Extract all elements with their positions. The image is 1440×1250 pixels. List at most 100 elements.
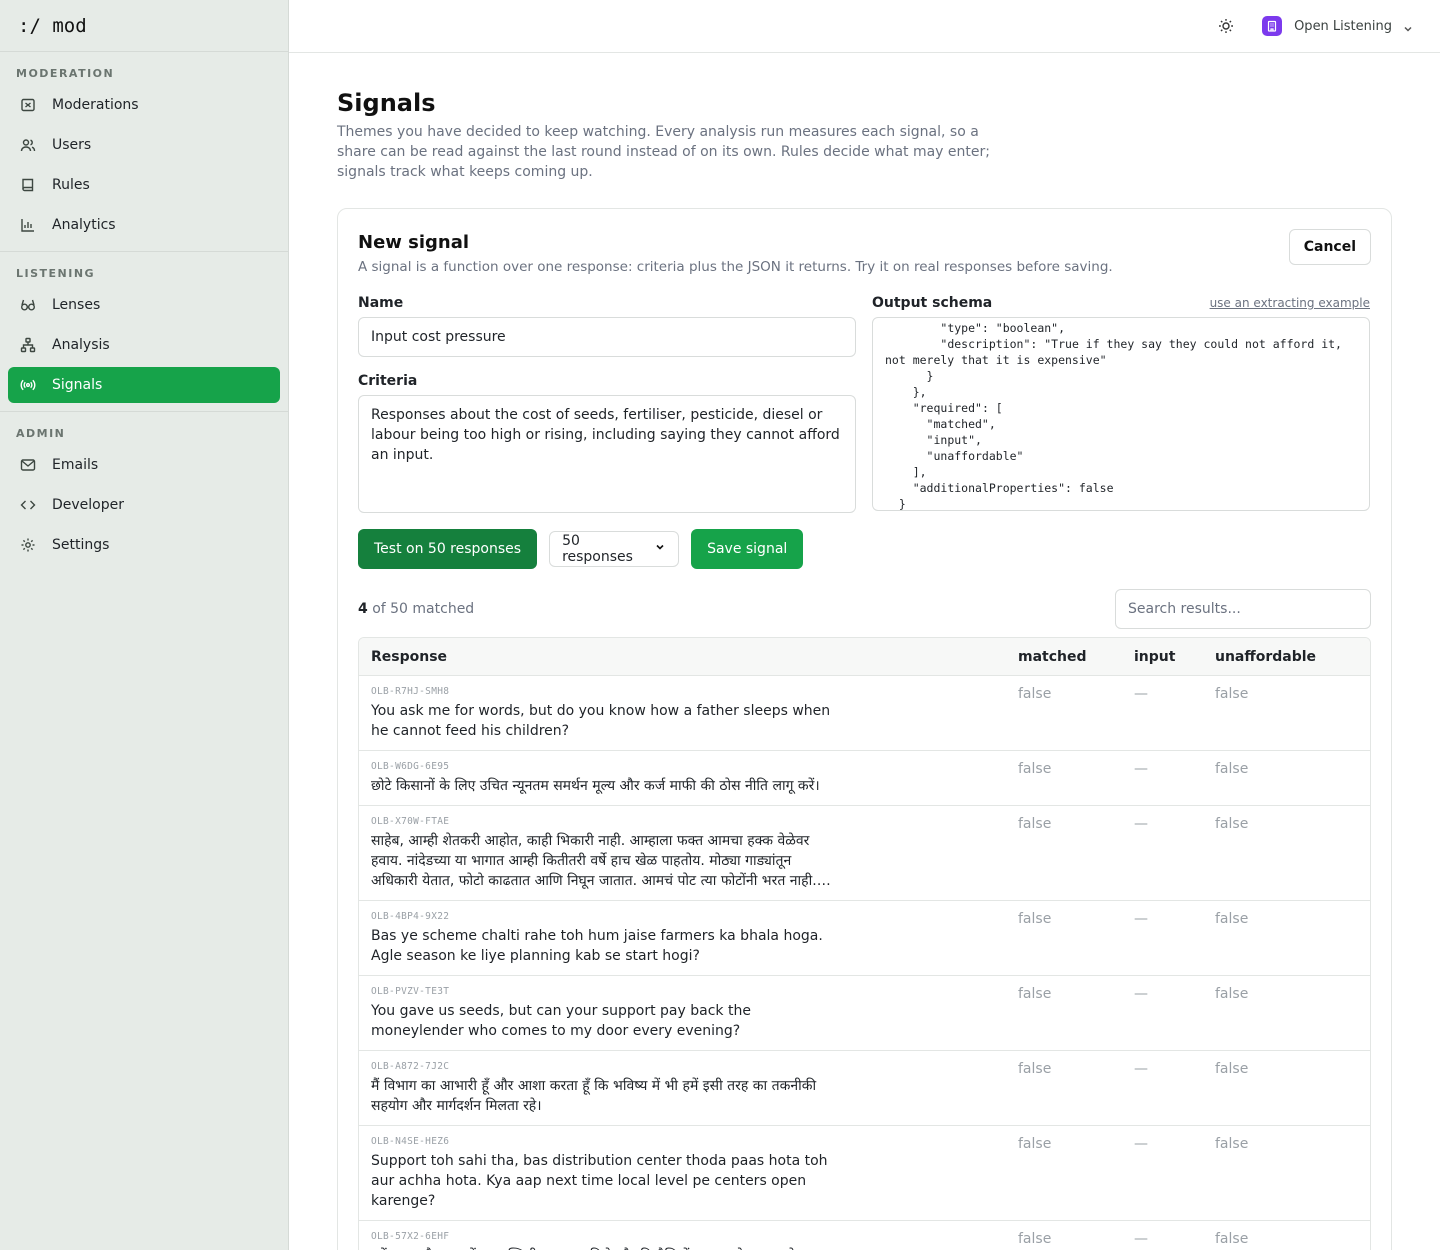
name-label: Name [358,295,404,311]
input-cell: — [1134,1061,1148,1077]
response-cell: OLB-4BP4-9X22 Bas ye scheme chalti rahe t… [359,911,1018,966]
sidebar-item-moderations[interactable]: Moderations [8,87,280,123]
response-id: OLB-W6DG-6E95 [371,761,450,772]
chevron-down-icon[interactable] [1402,20,1414,32]
gear-icon [20,537,36,553]
sidebar-item-analysis[interactable]: Analysis [8,327,280,363]
card-subtitle: A signal is a function over one response… [358,259,1113,275]
table-row[interactable]: OLB-X70W-FTAE साहेब, आम्ही शेतकरी आहोत, क… [359,806,1370,901]
table-row[interactable]: OLB-A872-7J2C मैं विभाग का आभारी हूँ और आ… [359,1051,1370,1126]
search-results-input[interactable]: Search results... [1115,589,1371,629]
column-header[interactable]: input [1134,649,1215,665]
matched-cell: false [1018,911,1052,927]
mail-icon [20,457,36,473]
column-header[interactable]: unaffordable [1215,649,1365,665]
building-icon [1262,16,1283,36]
sidebar-item-label: Settings [52,537,110,553]
hierarchy-icon [20,337,36,353]
response-text: You ask me for words, but do you know ho… [371,703,831,739]
org-switcher-label[interactable]: Open Listening [1294,19,1392,34]
matched-cell: false [1018,986,1052,1002]
column-header[interactable]: Response [359,649,1018,665]
matched-cell: false [1018,1231,1052,1247]
sidebar-item-label: Signals [52,377,103,393]
response-id: OLB-A872-7J2C [371,1061,450,1072]
criteria-textarea[interactable]: Responses about the cost of seeds, ferti… [358,395,856,513]
column-header[interactable]: matched [1018,649,1134,665]
response-text: छोटे किसानों के लिए उचित न्यूनतम समर्थन … [371,778,820,794]
table-row[interactable]: OLB-W6DG-6E95 छोटे किसानों के लिए उचित न्… [359,751,1370,806]
card-title: New signal [358,232,470,253]
book-icon [20,177,36,193]
save-signal-button[interactable]: Save signal [691,529,804,569]
response-cell: OLB-W6DG-6E95 छोटे किसानों के लिए उचित न्… [359,761,1018,796]
response-cell: OLB-N4SE-HEZ6 Support toh sahi tha, bas d… [359,1136,1018,1211]
unaffordable-cell: false [1215,911,1249,927]
brand-logo[interactable]: :/ mod [0,0,288,52]
code-icon [20,497,36,513]
sidebar-item-users[interactable]: Users [8,127,280,163]
response-text: साहेब, आम्ही शेतकरी आहोत, काही भिकारी ना… [371,833,817,889]
sidebar-item-settings[interactable]: Settings [8,527,280,563]
new-signal-card: New signal A signal is a function over o… [337,208,1392,1250]
broadcast-icon [20,377,36,393]
sidebar-item-lenses[interactable]: Lenses [8,287,280,323]
unaffordable-cell: false [1215,1231,1249,1247]
response-text: You gave us seeds, but can your support … [371,1003,751,1039]
response-cell: OLB-A872-7J2C मैं विभाग का आभारी हूँ और आ… [359,1061,1018,1116]
response-text: मैं विभाग का आभारी हूँ और आशा करता हूँ क… [371,1078,817,1114]
main-content: Signals Themes you have decided to keep … [337,53,1392,1250]
sidebar-item-label: Users [52,137,92,153]
input-cell: — [1134,1231,1148,1247]
glasses-icon [20,297,36,313]
sidebar-item-label: Moderations [52,97,139,113]
sidebar-item-signals[interactable]: Signals [8,367,280,403]
chart-icon [20,217,36,233]
table-row[interactable]: OLB-PVZV-TE3T You gave us seeds, but can … [359,976,1370,1051]
table-row[interactable]: OLB-N4SE-HEZ6 Support toh sahi tha, bas d… [359,1126,1370,1221]
matched-cell: false [1018,686,1052,702]
test-button[interactable]: Test on 50 responses [358,529,538,569]
response-id: OLB-X70W-FTAE [371,816,450,827]
response-text: Support toh sahi tha, bas distribution c… [371,1153,828,1209]
response-cell: OLB-X70W-FTAE साहेब, आम्ही शेतकरी आहोत, क… [359,816,1018,891]
page-title: Signals [337,89,436,117]
response-id: OLB-R7HJ-SMH8 [371,686,450,697]
sidebar-item-developer[interactable]: Developer [8,487,280,523]
nav-section-admin: ADMIN Emails Developer Settings [0,411,288,563]
users-icon [20,137,36,153]
sample-size-value: 50 responses [562,533,633,565]
results-table: Response matched input unaffordable OLB-… [358,637,1371,1250]
sidebar-item-label: Lenses [52,297,101,313]
extracting-example-link[interactable]: use an extracting example [1210,296,1370,310]
cancel-button[interactable]: Cancel [1288,229,1371,265]
nav-section-listening: LISTENING Lenses Analysis Signals [0,251,288,411]
nav-heading: ADMIN [16,427,66,440]
matched-cell: false [1018,816,1052,832]
sidebar-item-rules[interactable]: Rules [8,167,280,203]
input-cell: — [1134,686,1148,702]
table-row[interactable]: OLB-4BP4-9X22 Bas ye scheme chalti rahe t… [359,901,1370,976]
sidebar-item-emails[interactable]: Emails [8,447,280,483]
response-cell: OLB-PVZV-TE3T You gave us seeds, but can … [359,986,1018,1041]
output-schema-editor[interactable]: "type": "boolean", "description": "True … [872,317,1370,511]
page-description: Themes you have decided to keep watching… [337,124,990,180]
input-cell: — [1134,911,1148,927]
flag-icon [20,97,36,113]
sidebar-item-analytics[interactable]: Analytics [8,207,280,243]
table-row[interactable]: OLB-R7HJ-SMH8 You ask me for words, but d… [359,676,1370,751]
response-id: OLB-N4SE-HEZ6 [371,1136,450,1147]
criteria-label: Criteria [358,373,418,389]
name-input[interactable]: Input cost pressure [358,317,856,357]
sun-icon[interactable] [1216,16,1236,36]
schema-label: Output schema [872,295,993,311]
matched-number: 4 [358,601,368,617]
response-text: Bas ye scheme chalti rahe toh hum jaise … [371,928,823,964]
table-row[interactable]: OLB-57X2-6EHF हमें खाद और दवाओं पर सब्सिड… [359,1221,1370,1250]
unaffordable-cell: false [1215,986,1249,1002]
input-cell: — [1134,816,1148,832]
table-header: Response matched input unaffordable [359,638,1370,676]
sidebar-item-label: Analysis [52,337,110,353]
unaffordable-cell: false [1215,686,1249,702]
sample-size-select[interactable]: 50 responses [549,531,680,567]
